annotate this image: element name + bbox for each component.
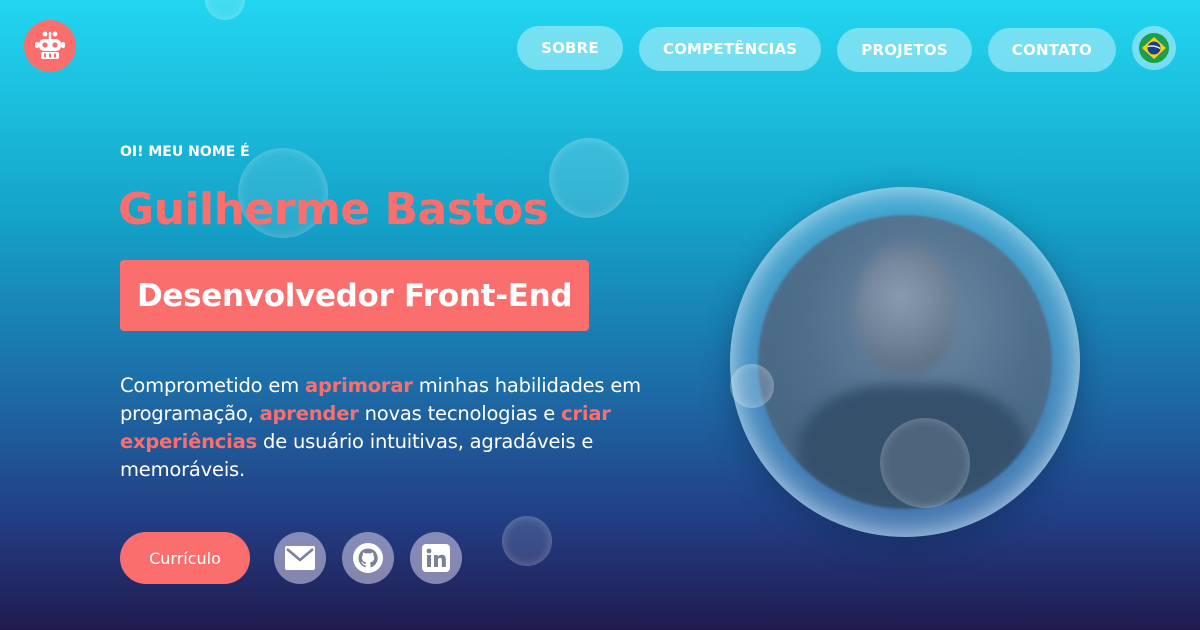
bio-text: Comprometido em xyxy=(120,374,305,397)
bubble-decoration xyxy=(549,138,629,218)
role-badge: Desenvolvedor Front-End xyxy=(120,260,590,331)
github-link[interactable] xyxy=(342,532,394,584)
linkedin-icon xyxy=(422,544,450,572)
nav-contato-button[interactable]: CONTATO xyxy=(987,28,1116,72)
bubble-decoration xyxy=(880,418,970,508)
hero-name: Guilherme Bastos xyxy=(118,184,549,235)
bio-highlight: aprender xyxy=(259,402,359,425)
nav-competencias-button[interactable]: COMPETÊNCIAS xyxy=(638,27,822,71)
github-icon xyxy=(353,543,383,573)
email-link[interactable] xyxy=(274,532,326,584)
curriculo-button[interactable]: Currículo xyxy=(120,532,250,584)
bubble-decoration xyxy=(502,516,552,566)
bubble-decoration xyxy=(730,364,774,408)
role-text: Desenvolvedor Front-End xyxy=(137,277,573,314)
language-toggle-button[interactable] xyxy=(1132,26,1176,70)
robot-logo-icon[interactable] xyxy=(24,20,76,72)
mail-icon xyxy=(285,546,315,570)
linkedin-link[interactable] xyxy=(410,532,462,584)
bubble-decoration xyxy=(205,0,245,20)
bio-highlight: aprimorar xyxy=(305,374,413,397)
greeting-text: OI! MEU NOME É xyxy=(120,144,250,160)
nav-projetos-button[interactable]: PROJETOS xyxy=(837,28,972,72)
brazil-flag-icon xyxy=(1139,33,1169,63)
nav-sobre-button[interactable]: SOBRE xyxy=(517,26,623,70)
main-nav: SOBRE COMPETÊNCIAS PROJETOS CONTATO xyxy=(517,26,1116,72)
bio-text: novas tecnologias e xyxy=(358,402,562,425)
bio-paragraph: Comprometido em aprimorar minhas habilid… xyxy=(120,372,680,484)
